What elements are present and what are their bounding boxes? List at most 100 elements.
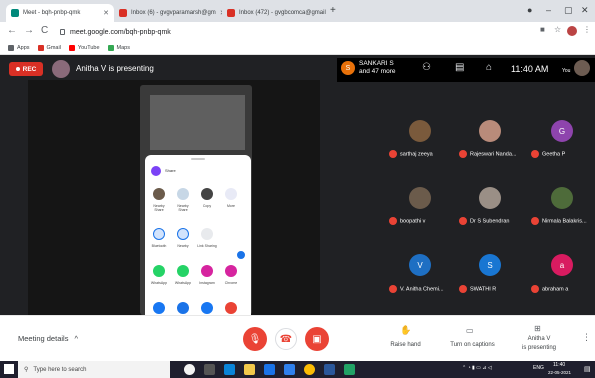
participant-tile[interactable]: boopathi v (389, 217, 455, 225)
language-indicator[interactable]: ENG (533, 365, 544, 371)
share-label: Copy (202, 204, 212, 208)
word-icon[interactable] (324, 364, 335, 375)
share-label: More (227, 204, 235, 208)
mic-off-button[interactable]: 🎙 (243, 327, 267, 351)
participant-tile[interactable]: abraham a (531, 285, 591, 293)
taskbar-time[interactable]: 11:40 (553, 362, 565, 368)
presenter-name: Anitha V (527, 336, 551, 342)
maximize-icon[interactable]: ▢ (564, 5, 573, 16)
others-name: SANKARI S (359, 60, 394, 67)
chevron-up-icon: ^ (74, 334, 79, 343)
people-icon[interactable]: ⚇ (422, 62, 431, 73)
captions-label[interactable]: Turn on captions (445, 342, 500, 348)
participant-name: V. Anitha Chemi... (400, 286, 444, 293)
tab-meet[interactable]: Meet - bqh-pnbp-qmk ✕ (6, 4, 114, 22)
camera-off-button[interactable]: ▣ (305, 327, 329, 351)
notification-icon[interactable]: ▤ (584, 365, 591, 373)
nearby-share-icon[interactable] (177, 228, 189, 240)
participant-initial: G (551, 120, 573, 142)
contact-avatar[interactable] (225, 188, 237, 200)
taskbar-search[interactable]: ⚲ Type here to search (18, 361, 170, 378)
share-fab-icon[interactable] (236, 250, 246, 260)
self-view (574, 60, 590, 76)
recording-badge: REC (9, 62, 43, 76)
participant-tile[interactable]: Rajeswari Nanda... (459, 150, 525, 158)
profile-dot-icon[interactable]: ● (527, 5, 532, 15)
profile-avatar[interactable] (567, 26, 577, 36)
meeting-details-button[interactable]: Meeting details ^ (18, 334, 78, 343)
whatsapp-business-icon[interactable] (177, 265, 189, 277)
bookmark-youtube[interactable]: YouTube (68, 45, 100, 51)
minimize-icon[interactable]: – (546, 5, 551, 15)
camera-icon[interactable]: ■ (540, 25, 545, 34)
excel-icon[interactable] (344, 364, 355, 375)
taskbar-date[interactable]: 22-05-2021 (548, 370, 571, 375)
contact-avatar[interactable] (177, 188, 189, 200)
chrome-icon[interactable] (304, 364, 315, 375)
facebook-icon[interactable] (153, 302, 165, 314)
participant-tile[interactable]: Geetha P (531, 150, 591, 158)
cortana-icon[interactable] (184, 364, 195, 375)
edge-icon[interactable] (224, 364, 235, 375)
share-label: Nearby (177, 244, 189, 248)
link-share-icon[interactable] (201, 228, 213, 240)
hang-up-icon: ☎ (279, 333, 293, 345)
app-icon[interactable] (177, 302, 189, 314)
url-field[interactable]: meet.google.com/bqh-pnbp-qmk (60, 25, 520, 39)
leave-call-button[interactable]: ☎ (275, 328, 297, 350)
participant-photo (479, 187, 501, 209)
instagram-icon[interactable] (225, 265, 237, 277)
present-icon[interactable]: ⊞ (534, 324, 541, 333)
task-view-icon[interactable] (204, 364, 215, 375)
window-close-icon[interactable]: ✕ (581, 5, 589, 16)
participant-tile[interactable]: sarthaj zeeya (389, 150, 455, 158)
reload-icon[interactable]: C (41, 25, 48, 36)
forward-icon[interactable]: → (24, 25, 34, 36)
participant-tile[interactable]: SWATHI R (459, 285, 525, 293)
tray-icons[interactable]: ⌃ ◔ ▮ ▭ ⊿ ◁ (462, 365, 492, 371)
windows-start-icon[interactable] (4, 364, 14, 374)
gmail-icon (227, 9, 235, 17)
more-options-icon[interactable]: ⋮ (582, 332, 591, 343)
participant-photo (409, 187, 431, 209)
bookmark-gmail[interactable]: Gmail (37, 45, 61, 51)
participant-initial: a (551, 254, 573, 276)
menu-icon[interactable]: ⋮ (583, 25, 591, 34)
share-label: Link Sharing (197, 244, 217, 248)
tab-label: Meet - bqh-pnbp-qmk (23, 10, 81, 16)
participant-name: Geetha P (542, 151, 566, 158)
you-label: You (562, 68, 571, 74)
gmail-icon (37, 45, 44, 51)
whatsapp-icon[interactable] (153, 265, 165, 277)
participant-tile[interactable]: Nirmala Balakris... (531, 217, 593, 225)
instagram-icon[interactable] (201, 265, 213, 277)
bookmark-maps[interactable]: Maps (107, 45, 130, 51)
participant-tile[interactable]: Dr S Subendran (459, 217, 525, 225)
contact-avatar[interactable] (201, 188, 213, 200)
contact-avatar[interactable] (153, 188, 165, 200)
share-label: WhatsApp (174, 281, 192, 285)
meet-favicon-icon (11, 9, 19, 17)
tab-inbox-1[interactable]: Inbox (6) - gvgvparamarsh@gm ✕ (114, 4, 222, 22)
tab-inbox-2[interactable]: Inbox (472) - gvgbcomca@gmail ✕ (222, 4, 326, 22)
presenting-label: is presenting (521, 345, 557, 351)
app-icon[interactable] (225, 302, 237, 314)
close-icon[interactable]: ✕ (99, 9, 109, 17)
back-icon[interactable]: ← (7, 25, 17, 36)
chat-icon[interactable]: ▤ (455, 62, 464, 73)
bookmark-apps[interactable]: Apps (8, 45, 30, 51)
bluetooth-icon[interactable] (153, 228, 165, 240)
new-tab-button[interactable]: + (330, 5, 336, 16)
raise-hand-label[interactable]: Raise hand (383, 342, 428, 348)
file-explorer-icon[interactable] (244, 364, 255, 375)
share-label: Bluetooth (151, 244, 167, 248)
participant-tile[interactable]: V. Anitha Chemi... (389, 285, 455, 293)
raise-hand-icon[interactable]: ✋ (400, 325, 411, 336)
star-icon[interactable]: ☆ (554, 25, 561, 34)
store-icon[interactable] (264, 364, 275, 375)
mail-icon[interactable] (284, 364, 295, 375)
captions-icon[interactable]: ▭ (466, 326, 474, 335)
share-label: Nearby Share (177, 204, 189, 212)
activities-icon[interactable]: ⌂ (486, 62, 492, 73)
facebook-icon[interactable] (201, 302, 213, 314)
